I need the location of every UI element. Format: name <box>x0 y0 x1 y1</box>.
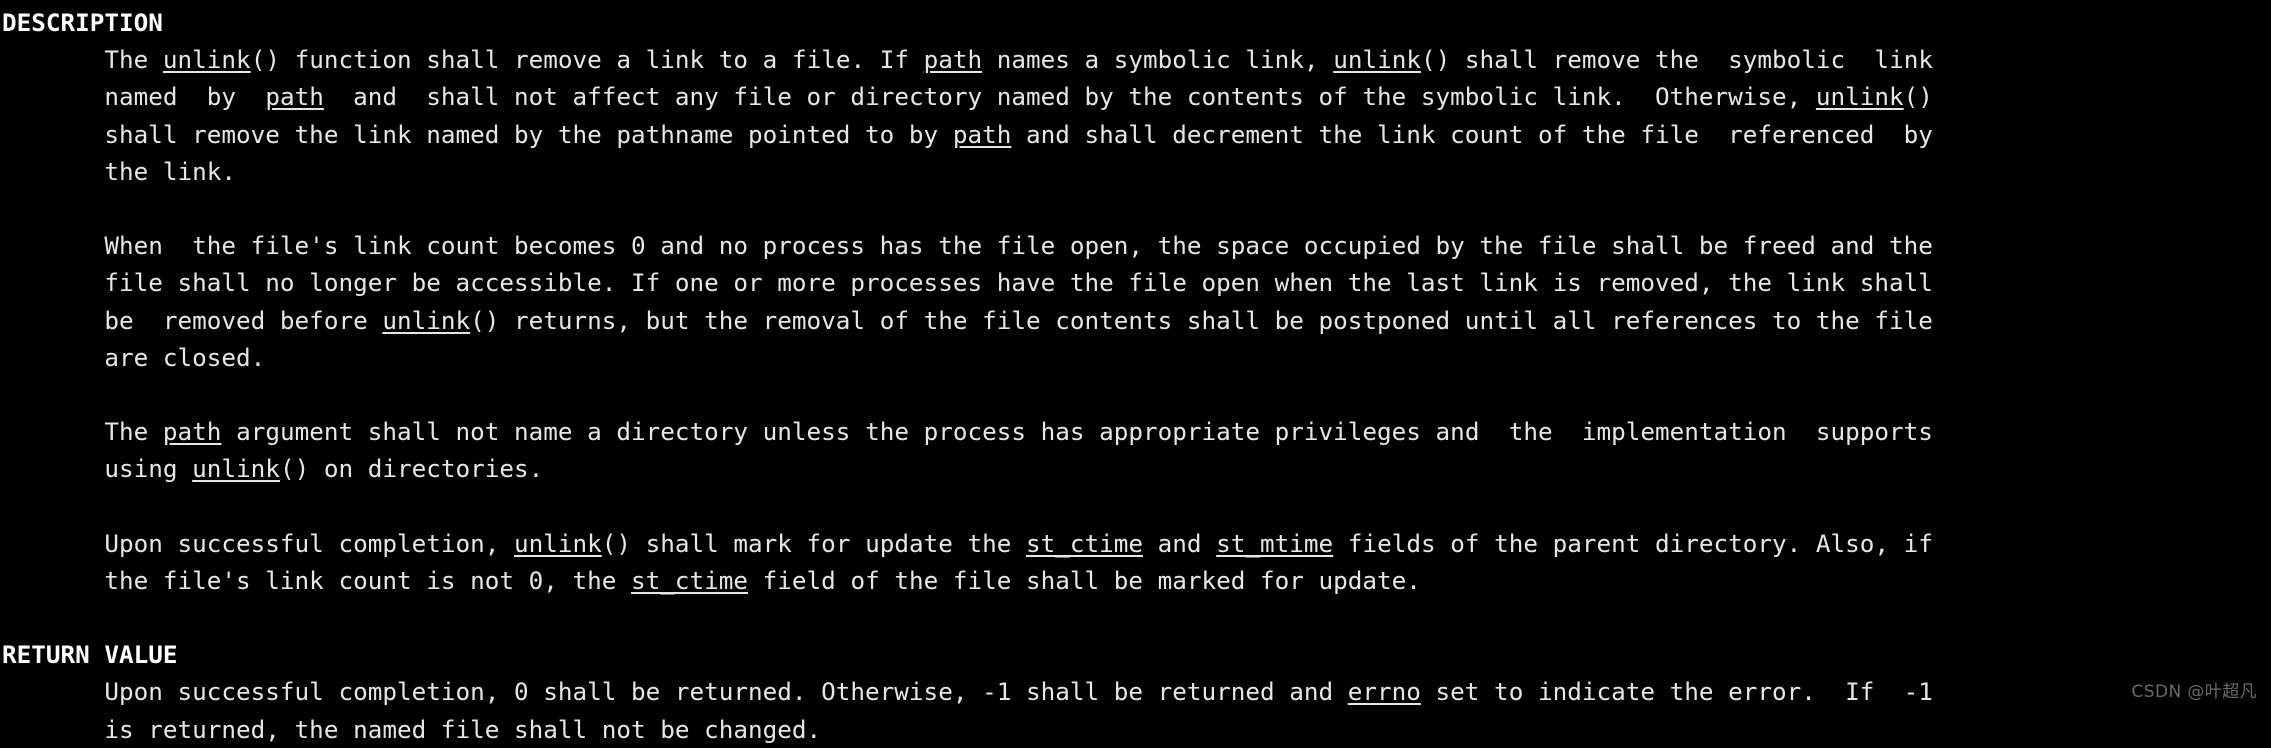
text-run: the file's link count is not 0, the <box>2 565 632 595</box>
underlined-term: unlink <box>513 528 602 558</box>
text-run: named by <box>2 82 266 112</box>
man-text-line: The unlink() function shall remove a lin… <box>2 41 2271 78</box>
underlined-term: unlink <box>1815 82 1904 112</box>
man-text-line: shall remove the link named by the pathn… <box>2 116 2271 153</box>
text-run: When the file's link count becomes 0 and… <box>2 231 1933 261</box>
man-text-line: is returned, the named file shall not be… <box>2 711 2271 748</box>
underlined-term: st_ctime <box>631 565 749 595</box>
text-run: () shall mark for update the <box>601 528 1026 558</box>
man-text-line: named by path and shall not affect any f… <box>2 78 2271 115</box>
section-heading: DESCRIPTION <box>2 8 163 37</box>
text-run: names a symbolic link, <box>982 45 1334 75</box>
text-run: the link. <box>2 156 237 186</box>
text-run: and <box>1143 528 1217 558</box>
text-run: () function shall remove a link to a fil… <box>250 45 924 75</box>
text-run: be removed before <box>2 305 383 335</box>
man-text-line: using unlink() on directories. <box>2 450 2271 487</box>
man-text-line: The path argument shall not name a direc… <box>2 413 2271 450</box>
underlined-term: unlink <box>382 305 471 335</box>
terminal-window: DESCRIPTION The unlink() function shall … <box>0 0 2271 744</box>
text-run: is returned, the named file shall not be… <box>2 714 822 744</box>
text-run: () on directories. <box>279 454 544 484</box>
underlined-term: unlink <box>192 454 280 484</box>
text-run: are closed. <box>2 342 266 372</box>
man-text-line: be removed before unlink() returns, but … <box>2 302 2271 339</box>
underlined-term: errno <box>1347 677 1421 707</box>
text-run: Upon successful completion, <box>2 528 514 558</box>
man-text-line: the link. <box>2 153 2271 190</box>
csdn-watermark: CSDN @叶超凡 <box>2131 682 2257 702</box>
text-run: using <box>2 454 193 484</box>
text-run: and shall not affect any file or directo… <box>323 82 1816 112</box>
underlined-term: st_mtime <box>1216 528 1334 558</box>
man-text-line: Upon successful completion, 0 shall be r… <box>2 673 2271 710</box>
underlined-term: path <box>265 82 324 112</box>
underlined-term: path <box>923 45 983 75</box>
text-run: shall remove the link named by the pathn… <box>2 119 953 149</box>
underlined-term: unlink <box>1333 45 1421 75</box>
text-run: () returns, but the removal of the file … <box>470 305 1933 335</box>
underlined-term: path <box>162 417 222 447</box>
man-text-line: the file's link count is not 0, the st_c… <box>2 562 2271 599</box>
text-run: file shall no longer be accessible. If o… <box>2 268 1933 298</box>
man-text-line: file shall no longer be accessible. If o… <box>2 264 2271 301</box>
text-run: Upon successful completion, 0 shall be r… <box>2 677 1348 707</box>
underlined-term: st_ctime <box>1025 528 1144 558</box>
text-run: argument shall not name a directory unle… <box>221 417 1933 447</box>
man-text-line: Upon successful completion, unlink() sha… <box>2 525 2271 562</box>
text-run: set to indicate the error. If -1 <box>1420 677 1933 707</box>
man-page-content: DESCRIPTION The unlink() function shall … <box>2 4 2271 748</box>
text-run: () <box>1903 82 1933 112</box>
text-run: The <box>2 45 163 75</box>
text-run: fields of the parent directory. Also, if <box>1333 528 1933 558</box>
underlined-term: path <box>952 119 1012 149</box>
text-run: () shall remove the symbolic link <box>1420 45 1933 75</box>
text-run: field of the file shall be marked for up… <box>748 565 1421 595</box>
man-text-line: When the file's link count becomes 0 and… <box>2 227 2271 264</box>
text-run: The <box>2 417 163 447</box>
man-text-line: are closed. <box>2 339 2271 376</box>
section-heading: RETURN VALUE <box>2 640 178 670</box>
underlined-term: unlink <box>162 45 251 75</box>
text-run: and shall decrement the link count of th… <box>1011 119 1933 149</box>
